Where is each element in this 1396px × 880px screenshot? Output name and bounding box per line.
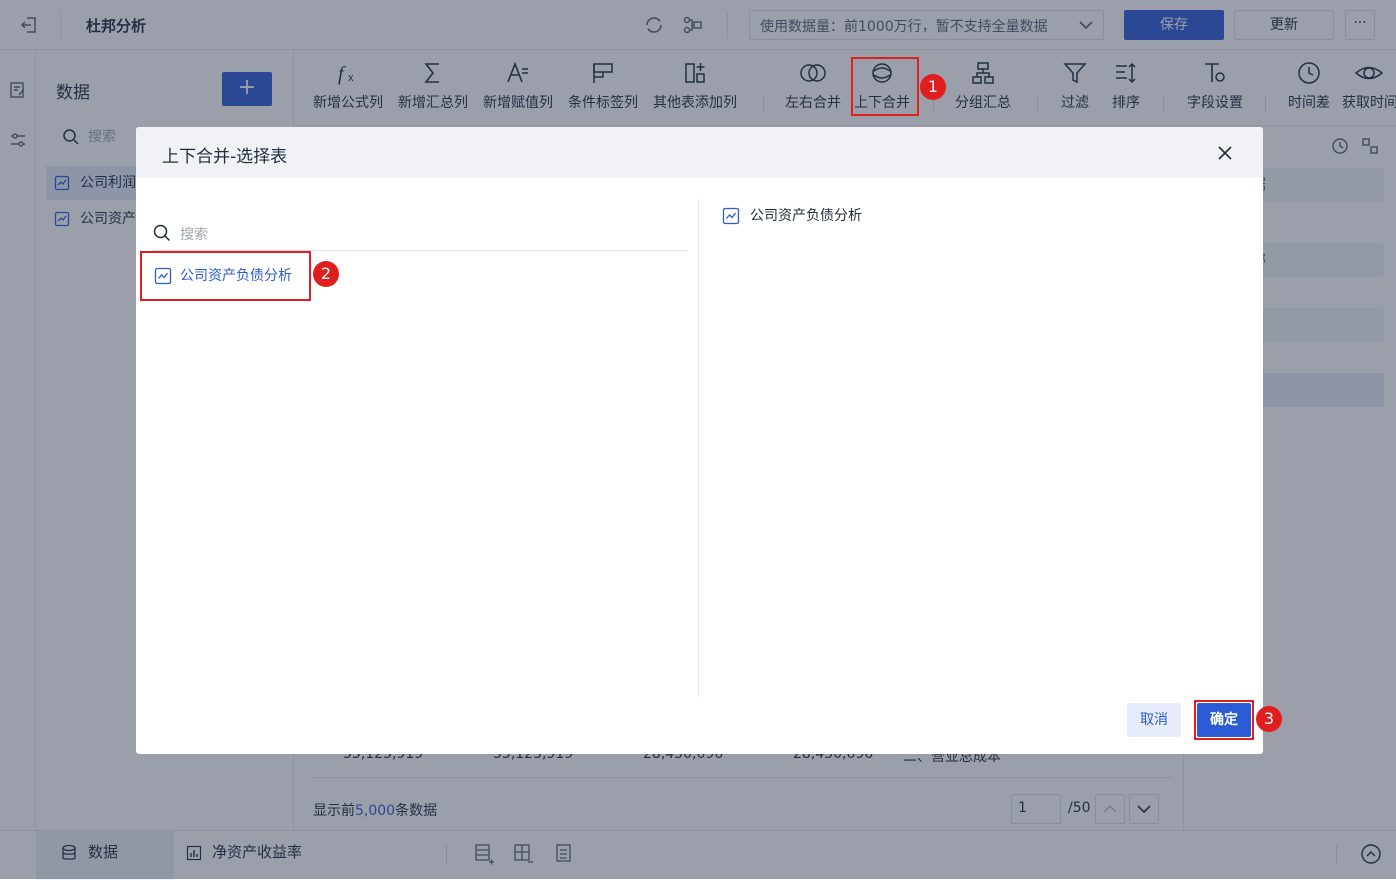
- selected-table-label: 公司资产负债分析: [750, 208, 862, 224]
- table-option[interactable]: 公司资产负债分析: [140, 251, 311, 301]
- select-table-dialog: 上下合并-选择表 搜索 公司资产负债分析 公司资产负债分析 取消 确定: [136, 127, 1263, 754]
- dialog-header: 上下合并-选择表: [136, 127, 1263, 178]
- search-icon: [153, 224, 171, 242]
- divider: [698, 199, 699, 697]
- cancel-button[interactable]: 取消: [1127, 703, 1181, 737]
- table-chart-icon: [722, 207, 740, 225]
- table-option-label: 公司资产负债分析: [180, 268, 292, 284]
- step-badge: 1: [920, 74, 946, 100]
- close-icon[interactable]: [1216, 144, 1234, 162]
- dialog-search-input[interactable]: 搜索: [152, 221, 688, 251]
- step-badge: 2: [313, 261, 339, 287]
- table-chart-icon: [154, 267, 172, 285]
- dialog-title: 上下合并-选择表: [162, 147, 288, 167]
- confirm-button[interactable]: 确定: [1197, 703, 1251, 737]
- step-badge: 3: [1256, 706, 1282, 732]
- search-placeholder: 搜索: [180, 227, 208, 243]
- highlight-box: [851, 57, 919, 116]
- selected-table: 公司资产负债分析: [722, 205, 862, 225]
